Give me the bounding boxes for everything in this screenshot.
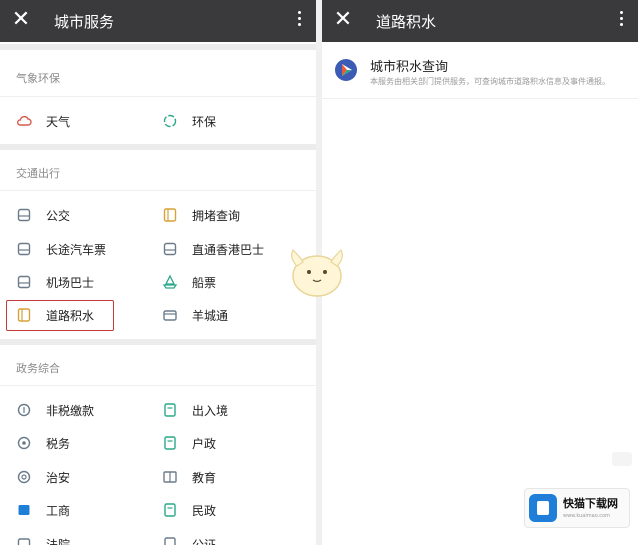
left-title-bar: ✕ 城市服务 (0, 0, 316, 42)
service-label: 户政 (192, 436, 217, 451)
right-title-bar: ✕ 道路积水 (322, 0, 638, 42)
app-description: 本服务由相关部门提供服务，可查询城市道路积水信息及事件通报。 (370, 77, 610, 86)
service-item-ferry[interactable]: 船票 (162, 270, 216, 294)
more-menu-icon[interactable] (296, 11, 302, 31)
civil-affairs-icon (162, 502, 178, 518)
service-item-road-waterlogging[interactable]: 道路积水 (16, 303, 94, 327)
service-item-commerce[interactable]: 工商 (16, 498, 70, 522)
section-separator (0, 339, 316, 345)
card-icon (162, 307, 178, 323)
service-item-nontax-payment[interactable]: 非税缴款 (16, 398, 94, 422)
service-label: 税务 (46, 436, 71, 451)
divider (0, 190, 316, 191)
service-label: 长途汽车票 (46, 242, 107, 257)
tax-icon (16, 435, 32, 451)
service-item-tax[interactable]: 税务 (16, 431, 70, 455)
service-item-yangchengtong[interactable]: 羊城通 (162, 303, 228, 327)
section-title-traffic: 交通出行 (16, 167, 60, 180)
service-item-civil-affairs[interactable]: 民政 (162, 498, 216, 522)
mascot-sticker (291, 248, 343, 297)
close-icon[interactable]: ✕ (332, 8, 354, 32)
service-item-weather[interactable]: 天气 (16, 109, 70, 133)
service-label: 机场巴士 (46, 275, 95, 290)
page-title: 道路积水 (376, 13, 437, 31)
service-item-court[interactable]: 法院 (16, 532, 70, 545)
service-label: 公交 (46, 208, 71, 223)
divider (322, 98, 638, 99)
service-label: 治安 (46, 470, 71, 485)
ship-icon (162, 274, 178, 290)
service-item-education[interactable]: 教育 (162, 465, 216, 489)
section-separator (0, 144, 316, 150)
coach-icon (16, 241, 32, 257)
service-label: 非税缴款 (46, 403, 95, 418)
service-item-notary[interactable]: 公证 (162, 532, 216, 545)
household-icon (162, 435, 178, 451)
traffic-light-icon (162, 207, 178, 223)
service-label: 羊城通 (192, 308, 229, 323)
service-label: 出入境 (192, 403, 229, 418)
section-title-weather: 气象环保 (16, 72, 60, 85)
service-item-hk-bus[interactable]: 直通香港巴士 (162, 237, 264, 261)
divider (0, 385, 316, 386)
service-label: 拥堵查询 (192, 208, 241, 223)
airport-bus-icon (16, 274, 32, 290)
watermark-url: www.kuaimao.com (563, 513, 610, 519)
court-icon (16, 536, 32, 545)
section-title-gov: 政务综合 (16, 362, 60, 375)
service-label: 工商 (46, 503, 71, 518)
education-icon (162, 469, 178, 485)
notary-icon (162, 536, 178, 545)
recycle-icon (162, 113, 178, 129)
service-label: 环保 (192, 114, 217, 129)
scroll-hint (612, 452, 632, 466)
service-item-environment[interactable]: 环保 (162, 109, 216, 133)
service-label: 民政 (192, 503, 217, 518)
watermark-logo-icon (529, 494, 557, 522)
service-item-bus[interactable]: 公交 (16, 203, 70, 227)
service-label: 道路积水 (46, 308, 95, 323)
bus-icon (16, 207, 32, 223)
service-label: 直通香港巴士 (192, 242, 265, 257)
app-logo-icon (334, 58, 358, 82)
app-list-item[interactable]: 城市积水查询 本服务由相关部门提供服务，可查询城市道路积水信息及事件通报。 (322, 50, 638, 96)
service-item-household[interactable]: 户政 (162, 431, 216, 455)
watermark-name: 快猫下载网 (563, 497, 618, 510)
service-label: 教育 (192, 470, 217, 485)
service-label: 天气 (46, 114, 71, 129)
service-label: 公证 (192, 537, 217, 545)
police-icon (16, 469, 32, 485)
coin-icon (16, 402, 32, 418)
city-services-panel: ✕ 城市服务 气象环保 天气 环保 交通出行 公交 拥堵查询 长途汽车票 直通香… (0, 0, 316, 545)
watermark-badge: 快猫下载网 www.kuaimao.com (524, 488, 630, 528)
commerce-icon (16, 502, 32, 518)
service-item-coach-ticket[interactable]: 长途汽车票 (16, 237, 106, 261)
passport-icon (162, 402, 178, 418)
divider (0, 96, 316, 97)
road-waterlogging-panel: ✕ 道路积水 城市积水查询 本服务由相关部门提供服务，可查询城市道路积水信息及事… (322, 0, 638, 545)
page-title: 城市服务 (54, 13, 115, 31)
service-item-congestion[interactable]: 拥堵查询 (162, 203, 240, 227)
close-icon[interactable]: ✕ (10, 8, 32, 32)
cloud-icon (16, 113, 32, 129)
service-item-exit-entry[interactable]: 出入境 (162, 398, 228, 422)
service-item-airport-bus[interactable]: 机场巴士 (16, 270, 94, 294)
waterlogging-icon (16, 307, 32, 323)
service-item-public-security[interactable]: 治安 (16, 465, 70, 489)
hk-bus-icon (162, 241, 178, 257)
service-label: 法院 (46, 537, 71, 545)
more-menu-icon[interactable] (618, 11, 624, 31)
app-title: 城市积水查询 (370, 60, 449, 75)
service-label: 船票 (192, 275, 217, 290)
section-separator (0, 44, 316, 50)
